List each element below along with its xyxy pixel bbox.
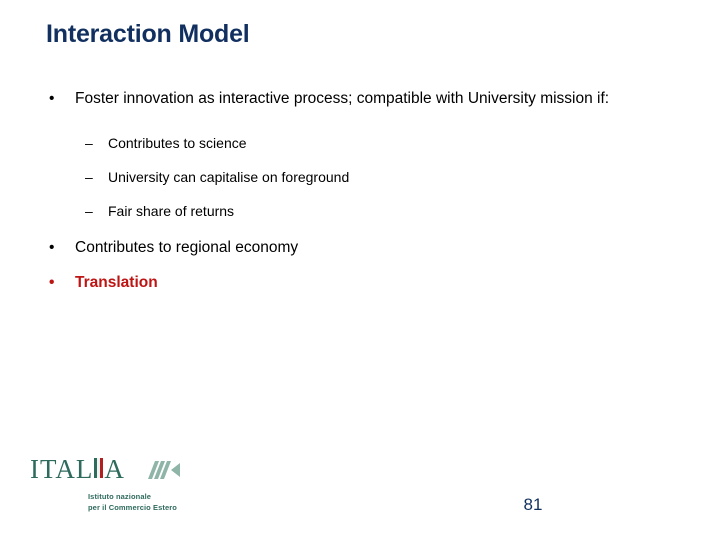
bullet-marker-dash: – bbox=[85, 135, 93, 151]
bullet-marker-dot: • bbox=[49, 239, 55, 256]
bullet-marker-dot: • bbox=[49, 274, 55, 291]
bullet-marker-dash: – bbox=[85, 203, 93, 219]
list-item: – University can capitalise on foregroun… bbox=[0, 167, 720, 187]
logo-top-row: ITAL A bbox=[30, 456, 250, 483]
list-item: • Foster innovation as interactive proce… bbox=[0, 88, 720, 109]
logo-subtitle-line2: per il Commercio Estero bbox=[88, 502, 177, 512]
logo-wordmark: ITAL A bbox=[30, 456, 125, 483]
bullet-marker-dot: • bbox=[49, 90, 55, 107]
slide: Interaction Model • Foster innovation as… bbox=[0, 0, 720, 540]
list-item-label: Translation bbox=[75, 274, 158, 291]
italian-flag-icon bbox=[94, 456, 104, 478]
list-item-highlighted: • Translation bbox=[0, 272, 720, 293]
logo-wordmark-part2: A bbox=[104, 454, 125, 484]
bullet-list: • Foster innovation as interactive proce… bbox=[0, 88, 720, 293]
logo-wordmark-part1: ITAL bbox=[30, 454, 94, 484]
list-item-label: Foster innovation as interactive process… bbox=[75, 90, 610, 107]
logo: ITAL A Istituto nazionale per il Commerci… bbox=[30, 456, 250, 513]
list-item-label: Contributes to science bbox=[108, 135, 247, 151]
list-item-label: Contributes to regional economy bbox=[75, 239, 299, 256]
page-title: Interaction Model bbox=[46, 20, 250, 48]
chevron-stripes-icon bbox=[147, 460, 180, 479]
list-item-label: University can capitalise on foreground bbox=[108, 169, 350, 185]
bullet-marker-dash: – bbox=[85, 169, 93, 185]
list-item: – Contributes to science bbox=[0, 133, 720, 153]
list-item-label: Fair share of returns bbox=[108, 203, 235, 219]
logo-subtitle: Istituto nazionale per il Commercio Este… bbox=[88, 492, 250, 513]
list-item: • Contributes to regional economy bbox=[0, 237, 720, 258]
page-number: 81 bbox=[523, 495, 543, 514]
logo-subtitle-line1: Istituto nazionale bbox=[88, 492, 152, 501]
list-item: – Fair share of returns bbox=[0, 201, 720, 221]
